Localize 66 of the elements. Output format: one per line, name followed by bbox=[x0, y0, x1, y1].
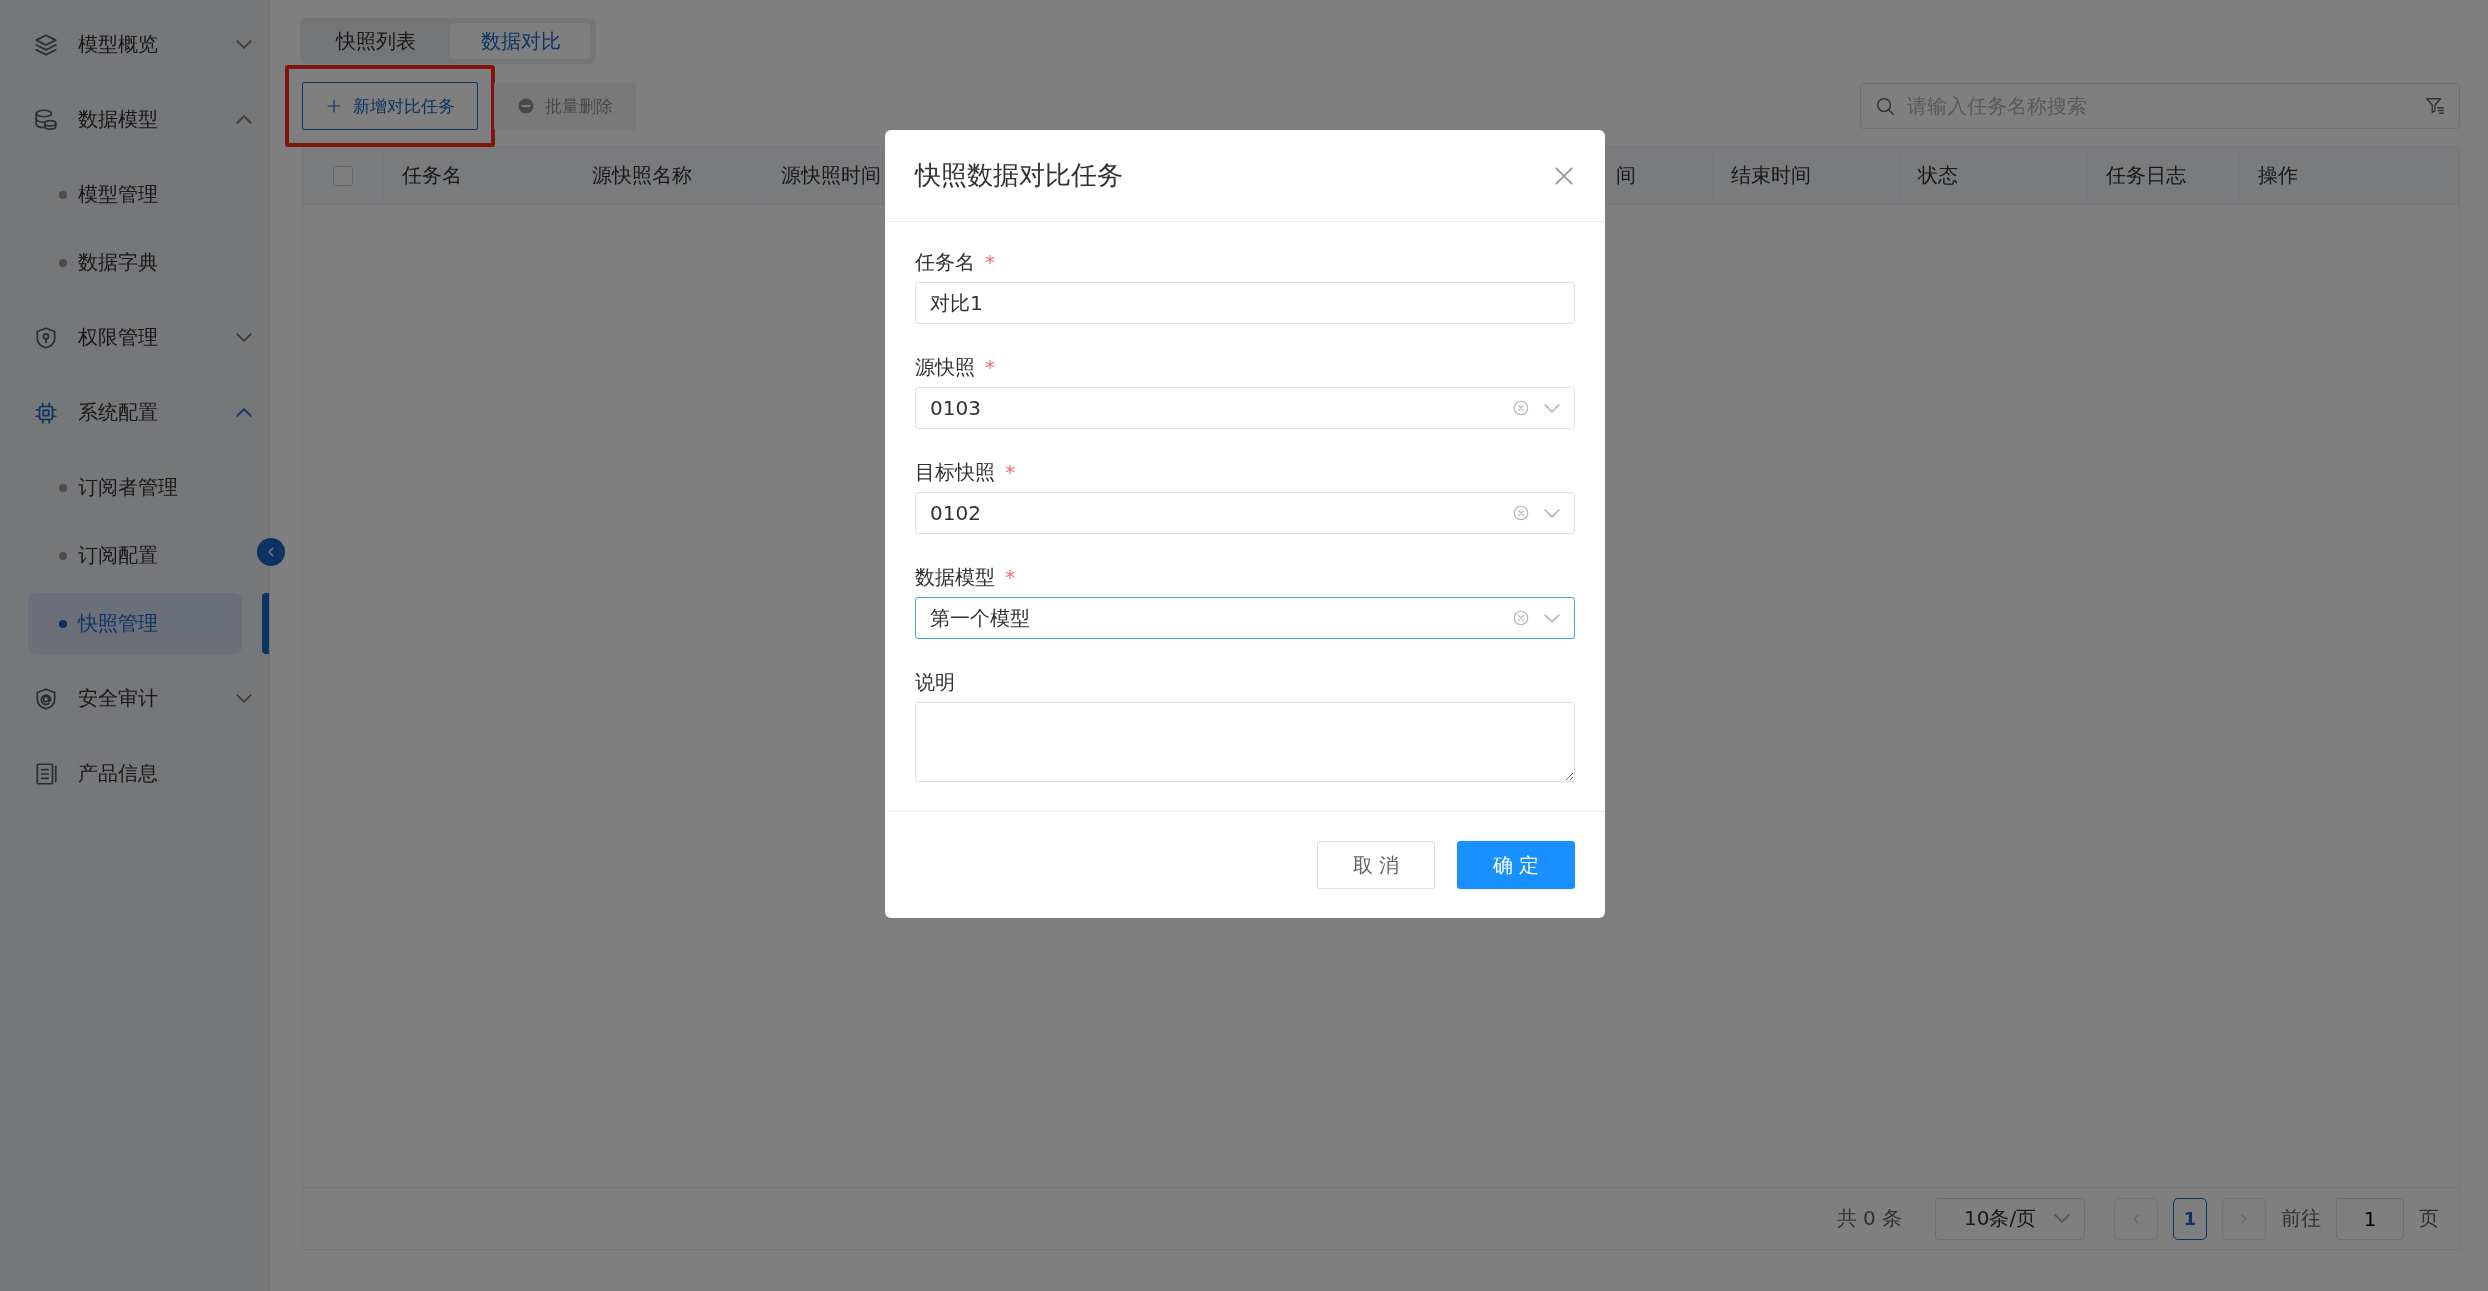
bullet-icon bbox=[59, 258, 67, 267]
field-label: 目标快照 bbox=[915, 458, 995, 486]
bullet-icon bbox=[59, 551, 67, 560]
required-mark: * bbox=[985, 250, 995, 274]
required-mark: * bbox=[985, 355, 995, 379]
tab[interactable]: 快照列表 bbox=[305, 23, 446, 59]
bullet-icon bbox=[59, 483, 67, 492]
page-unit-label: 页 bbox=[2419, 1205, 2439, 1232]
sidebar-item[interactable]: 产品信息 bbox=[0, 736, 269, 811]
select-all-checkbox[interactable] bbox=[333, 165, 353, 186]
filter-icon bbox=[2424, 95, 2446, 117]
chevron-down-icon bbox=[1544, 508, 1560, 518]
column-header: 结束时间 bbox=[1731, 162, 1811, 189]
plus-icon bbox=[325, 97, 343, 115]
chevron-down-icon bbox=[1544, 613, 1560, 623]
page-number[interactable]: 1 bbox=[2173, 1197, 2207, 1240]
chip-icon bbox=[33, 399, 59, 426]
clear-icon bbox=[1512, 609, 1530, 627]
chevron-down-icon bbox=[2054, 1214, 2070, 1223]
total-count: 共 0 条 bbox=[1836, 1205, 1902, 1232]
clear-icon bbox=[1512, 504, 1530, 522]
sidebar-item[interactable]: 权限管理 bbox=[0, 300, 269, 375]
cancel-button[interactable]: 取 消 bbox=[1317, 841, 1435, 889]
field-label: 源快照 bbox=[915, 353, 975, 381]
sidebar-subitem[interactable]: 订阅者管理 bbox=[28, 457, 242, 518]
sidebar-item[interactable]: 数据模型 bbox=[0, 82, 269, 157]
document-icon bbox=[33, 760, 59, 787]
column-header: 任务日志 bbox=[2106, 162, 2186, 189]
column-header: 源快照时间 bbox=[781, 162, 881, 189]
field-label: 数据模型 bbox=[915, 563, 995, 591]
column-header: 间 bbox=[1616, 162, 1636, 189]
select-field[interactable]: 0103 bbox=[915, 387, 1575, 429]
column-header: 源快照名称 bbox=[592, 162, 692, 189]
sidebar-subitem[interactable]: 订阅配置 bbox=[28, 525, 242, 586]
chevron-down-icon bbox=[1544, 403, 1560, 413]
search-icon bbox=[1874, 95, 1896, 117]
column-header: 状态 bbox=[1918, 162, 1958, 189]
field-label: 任务名 bbox=[915, 248, 975, 276]
selection-indicator bbox=[262, 593, 269, 654]
sidebar-item[interactable]: 模型概览 bbox=[0, 7, 269, 82]
minus-circle-icon bbox=[517, 97, 535, 115]
tab[interactable]: 数据对比 bbox=[450, 23, 591, 59]
confirm-button[interactable]: 确 定 bbox=[1457, 841, 1575, 889]
add-task-button[interactable]: 新增对比任务 bbox=[302, 82, 478, 130]
text-field[interactable]: 对比1 bbox=[915, 282, 1575, 324]
clear-icon bbox=[1512, 399, 1530, 417]
select-field[interactable]: 第一个模型 bbox=[915, 597, 1575, 639]
required-mark: * bbox=[1005, 565, 1015, 589]
sidebar-item[interactable]: 系统配置 bbox=[0, 375, 269, 450]
dialog-title: 快照数据对比任务 bbox=[915, 159, 1123, 192]
sidebar-item[interactable]: 安全审计 bbox=[0, 661, 269, 736]
database-icon bbox=[33, 106, 59, 133]
collapse-button[interactable] bbox=[257, 538, 285, 566]
page-jump-field[interactable]: 1 bbox=[2336, 1197, 2404, 1240]
sidebar-subitem[interactable]: 数据字典 bbox=[28, 232, 242, 293]
column-header: 操作 bbox=[2258, 162, 2298, 189]
sidebar-subitem[interactable]: 模型管理 bbox=[28, 164, 242, 225]
required-mark: * bbox=[1005, 460, 1015, 484]
textarea-field[interactable] bbox=[915, 702, 1575, 782]
bullet-icon bbox=[59, 619, 67, 628]
field-label: 说明 bbox=[915, 668, 955, 696]
goto-label: 前往 bbox=[2281, 1205, 2321, 1232]
select-field[interactable]: 0102 bbox=[915, 492, 1575, 534]
bullet-icon bbox=[59, 190, 67, 199]
column-header: 任务名 bbox=[402, 162, 462, 189]
page-size-select[interactable]: 10条/页 bbox=[1935, 1197, 2085, 1240]
